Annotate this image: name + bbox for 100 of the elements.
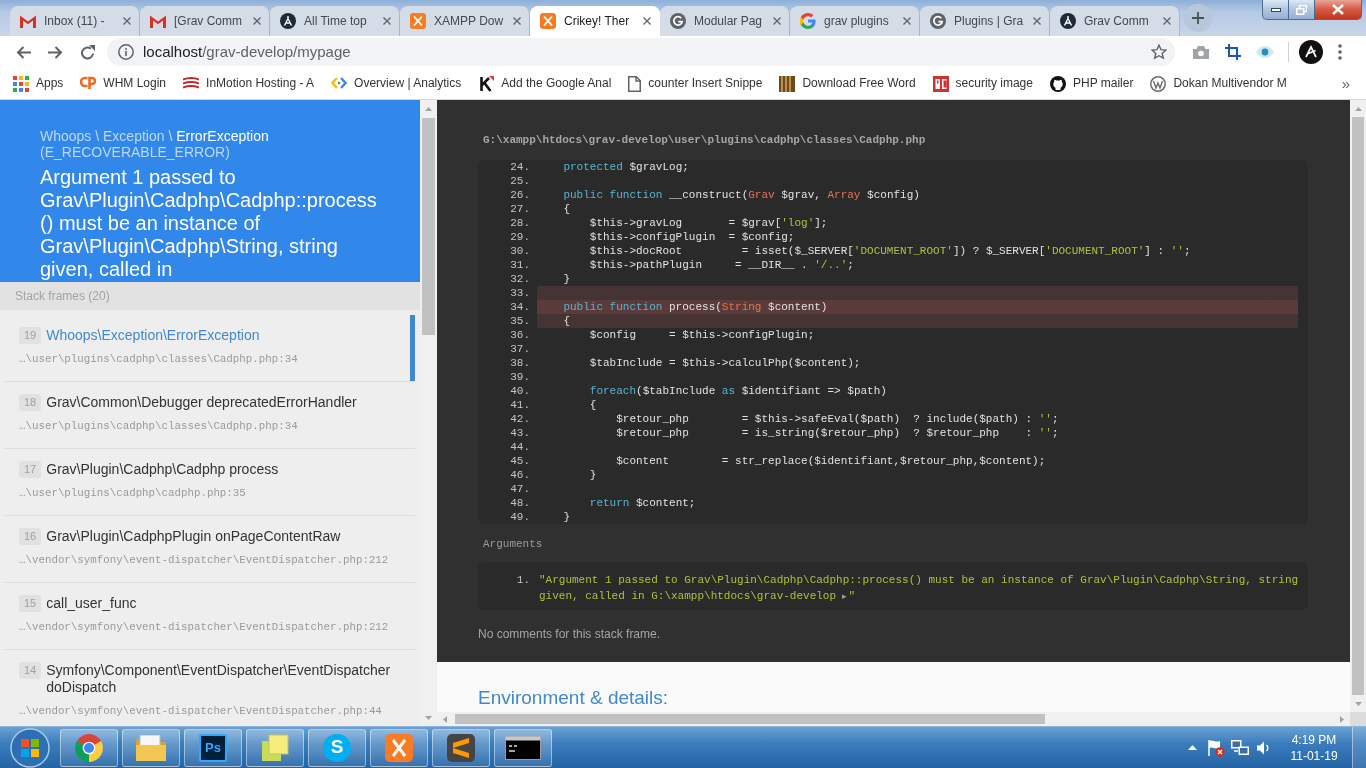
frame-title: call_user_func	[46, 595, 137, 612]
app-logo: Ps	[199, 733, 227, 762]
show-desktop-button[interactable]	[1352, 727, 1366, 768]
frame-title: Grav\Plugin\Cadphp\Cadphp process	[46, 461, 279, 478]
code-line: {	[562, 202, 570, 216]
frame-title: Symfony\Component\EventDispatcher\EventDispatcher doDispatch	[46, 662, 392, 696]
stack-frame[interactable]: 17 Grav\Plugin\Cadphp\Cadphp process …\user\plugins\cadphp\cadphp.php:35	[5, 449, 415, 516]
bookmark[interactable]: PHP mailer	[1050, 75, 1134, 92]
line-number: 30.	[509, 244, 530, 258]
browser-tab[interactable]: Modular Pag	[660, 6, 790, 36]
bookmark[interactable]: counter Insert Snippe	[628, 75, 763, 92]
browser-tab[interactable]: [Grav Comm	[140, 6, 270, 36]
frame-title: Grav\Plugin\CadphpPlugin onPageContentRaw	[46, 528, 341, 545]
browser-tab[interactable]: Grav Comm	[1050, 6, 1180, 36]
frame-file-path: …\vendor\symfony\event-dispatcher\EventDispatcher.php:212	[19, 553, 390, 568]
code-line: protected $gravLog;	[562, 160, 689, 174]
tile-logo-icon	[385, 733, 413, 762]
close-icon[interactable]	[773, 17, 781, 25]
eye-icon[interactable]	[1256, 46, 1274, 58]
g-circle-icon	[670, 13, 686, 29]
stripes-logo-icon	[183, 77, 200, 90]
code-line: $this->pathPlugin = __DIR__ . '/..';	[588, 258, 854, 272]
line-number: 35.	[509, 314, 530, 328]
circle-logo-icon	[280, 13, 296, 29]
code-line: }	[562, 510, 570, 524]
close-icon[interactable]	[383, 17, 391, 25]
bookmark[interactable]: Add the Google Anal	[478, 75, 612, 92]
browser-tab[interactable]: Plugins | Gra	[920, 6, 1050, 36]
star-icon[interactable]	[1151, 44, 1167, 60]
speaker-icon[interactable]	[1257, 740, 1271, 755]
taskbar-button[interactable]: Ps	[184, 728, 242, 767]
forward-arrow-icon[interactable]	[47, 45, 63, 59]
chevrons-logo-icon	[331, 77, 348, 90]
network-icon[interactable]	[1231, 739, 1249, 756]
browser-tab[interactable]: Inbox (11) -	[10, 6, 140, 36]
browser-tab[interactable]: grav plugins	[790, 6, 920, 36]
frame-number: 16	[19, 528, 42, 545]
bookmark[interactable]: Overview | Analytics	[331, 76, 462, 91]
argument-number: 1.	[515, 573, 530, 588]
minimize-button[interactable]	[1262, 0, 1289, 20]
new-tab-button[interactable]	[1184, 4, 1212, 32]
reload-icon[interactable]	[79, 44, 95, 60]
frame-title: Whoops\Exception\ErrorException	[46, 327, 260, 344]
bookmark[interactable]: Download Free Word	[779, 75, 916, 92]
close-icon[interactable]	[1033, 17, 1041, 25]
scrollbar-thumb[interactable]	[1352, 117, 1364, 695]
terminal-icon	[505, 735, 541, 760]
camera-icon[interactable]	[1193, 45, 1209, 59]
code-line: $retour_php = $this->safeEval($path) ? include($path) : '';	[615, 412, 1059, 426]
close-icon[interactable]	[643, 17, 651, 25]
taskbar-button[interactable]	[494, 728, 552, 767]
browser-tab[interactable]: Crikey! Ther	[530, 6, 660, 36]
tile-logo-icon	[410, 13, 426, 29]
close-icon[interactable]	[1163, 17, 1171, 25]
code-line: public function __construct(Grav $grav, Array $config)	[562, 188, 920, 202]
frame-number: 19	[19, 327, 42, 344]
url-text: localhost/grav-develop/mypage	[143, 43, 352, 61]
line-number: 39.	[509, 370, 530, 384]
avatar-icon[interactable]	[1299, 40, 1323, 64]
bookmark[interactable]: Apps	[13, 75, 64, 92]
line-number: 49.	[509, 510, 530, 524]
stack-frame[interactable]: 16 Grav\Plugin\CadphpPlugin onPageContentRaw …\vendor\symfony\event-dispatcher\EventDispatcher.php:212	[5, 516, 415, 583]
bookmark[interactable]: WHM Login	[80, 76, 167, 91]
browser-tab[interactable]: All Time top	[270, 6, 400, 36]
k-logo-icon	[478, 75, 495, 92]
scrollbar-corner	[1350, 712, 1366, 726]
frame-file-path: …\vendor\symfony\event-dispatcher\EventDispatcher.php:44	[19, 704, 383, 719]
stack-frame[interactable]: 18 Grav\Common\Debugger deprecatedErrorHandler …\user\plugins\cadphp\classes\Cadphp.php:34	[5, 382, 415, 449]
scrollbar[interactable]	[1350, 100, 1366, 712]
line-number: 45.	[509, 454, 530, 468]
close-icon[interactable]	[903, 17, 911, 25]
file-path: G:\xampp\htdocs\grav-develop\user\plugins\cadphp\classes\Cadphp.php	[482, 133, 927, 148]
crop-icon[interactable]	[1225, 44, 1241, 60]
scrollbar-thumb[interactable]	[422, 118, 435, 335]
close-window-button[interactable]	[1315, 0, 1362, 20]
flag-icon[interactable]	[1207, 738, 1225, 757]
maximize-button[interactable]	[1289, 0, 1315, 20]
taskbar-button[interactable]	[432, 728, 490, 767]
back-arrow-icon[interactable]	[15, 45, 31, 59]
more-bookmarks-button[interactable]: »	[1341, 74, 1350, 93]
bookmark[interactable]: InMotion Hosting - A	[183, 76, 315, 91]
scrollbar-thumb[interactable]	[455, 714, 1045, 724]
line-number: 38.	[509, 356, 530, 370]
close-icon[interactable]	[253, 17, 261, 25]
page-icon	[628, 75, 642, 92]
address-bar[interactable]: localhost/grav-develop/mypage	[107, 38, 1175, 66]
bookmark[interactable]: security image	[932, 75, 1033, 92]
scrollbar[interactable]	[420, 100, 437, 726]
stack-frame[interactable]: 15 call_user_func …\vendor\symfony\event-dispatcher\EventDispatcher.php:212	[5, 583, 415, 650]
close-icon[interactable]	[123, 17, 131, 25]
line-number: 37.	[509, 342, 530, 356]
argument-value: "Argument 1 passed to Grav\Plugin\Cadphp\Cadphp::process() must be an instance of Grav\Plugin\Cadphp\String, string given, called in G:\xampp\htdocs\grav-develop ▸ "	[539, 574, 1299, 602]
show-hidden-arrow-icon[interactable]	[1187, 745, 1197, 750]
close-icon[interactable]	[513, 17, 521, 25]
browser-tab[interactable]: XAMPP Dow	[400, 6, 530, 36]
more-menu-icon[interactable]	[1338, 44, 1342, 60]
info-icon[interactable]	[118, 44, 134, 60]
bookmark[interactable]: Dokan Multivendor M	[1150, 75, 1287, 92]
picture-icon	[779, 75, 796, 92]
frame-file-path: …\vendor\symfony\event-dispatcher\EventDispatcher.php:212	[19, 620, 390, 635]
